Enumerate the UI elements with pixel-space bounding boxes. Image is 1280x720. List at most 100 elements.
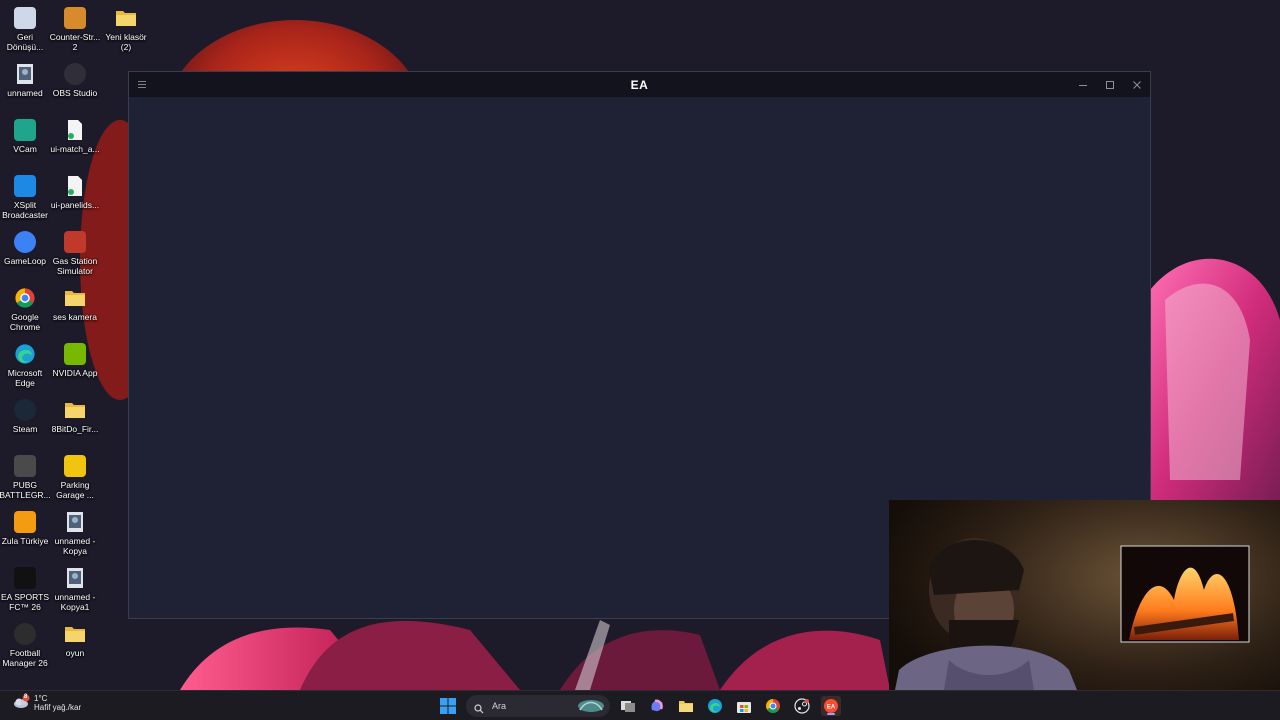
desktop-icon-chrome[interactable]: Google Chrome [0,284,51,332]
counter-strike-icon [64,7,86,29]
edge-icon[interactable] [705,696,725,716]
desktop-icon-unnamed-kopya[interactable]: unnamed - Kopya [49,508,101,556]
weather-desc: Hafif yağ./kar [34,703,82,712]
desktop-icon-label: Google Chrome [9,312,41,332]
parking-garage-icon [64,455,86,477]
desktop-icon-label: ui-panelids... [50,200,100,210]
webcam-overlay [889,500,1280,720]
desktop-icon-counter-strike[interactable]: Counter-Str... 2 [49,4,101,52]
desktop-icon-8bitdo[interactable]: 8BitDo_Fir... [49,396,101,434]
desktop-icon-ui-panelids[interactable]: ui-panelids... [49,172,101,210]
desktop-icon-gas-station[interactable]: Gas Station Simulator [49,228,101,276]
xsplit-icon [14,175,36,197]
folder-icon [64,399,86,421]
desktop-icon-gameloop[interactable]: GameLoop [0,228,51,266]
desktop-icon-football-manager[interactable]: Football Manager 26 [0,620,51,668]
active-indicator [827,713,835,715]
desktop-icon-label: unnamed [7,88,43,98]
desktop-icon-label: Microsoft Edge [7,368,43,388]
copilot-icon[interactable] [647,696,667,716]
store-icon[interactable] [734,696,754,716]
steam-icon [14,399,36,421]
folder-icon [115,7,137,29]
desktop-icon-label: EA SPORTS FC™ 26 [0,592,50,612]
zula-icon [14,511,36,533]
desktop-icon-label: ui-match_a... [50,144,100,154]
desktop-icon-label: Parking Garage ... [56,480,94,500]
desktop-icon-label: GameLoop [3,256,47,266]
pubg-icon [14,455,36,477]
vcam-icon [14,119,36,141]
search-highlight-icon [576,698,606,714]
desktop-icon-vcam[interactable]: VCam [0,116,51,154]
chrome-icon [14,287,36,309]
desktop-icon-label: Gas Station Simulator [52,256,98,276]
image-file-icon [64,511,86,533]
chrome-icon[interactable] [763,696,783,716]
desktop-icon-pubg[interactable]: PUBG BATTLEGR... [0,452,51,500]
weather-temp: 1°C [34,694,48,703]
image-file-icon [64,567,86,589]
gameloop-icon [14,231,36,253]
desktop-icon-ui-match[interactable]: ui-match_a... [49,116,101,154]
desktop-icon-label: Steam [12,424,38,434]
desktop-icon-nvidia[interactable]: NVIDIA App [49,340,101,378]
svg-text:EA: EA [827,705,836,711]
nvidia-icon [64,343,86,365]
search-icon [474,701,484,714]
desktop-icon-label: oyun [65,648,85,658]
start-icon[interactable] [438,696,458,716]
ea-fc-icon [14,567,36,589]
desktop-icon-label: NVIDIA App [52,368,98,378]
recycle-bin-icon [14,7,36,29]
search-placeholder: Ara [492,701,507,711]
desktop-icon-obs[interactable]: OBS Studio [49,60,101,98]
desktop-icon-xsplit[interactable]: XSplit Broadcaster [0,172,51,220]
maximize-icon[interactable] [1096,72,1123,97]
taskbar-search[interactable]: Ara [466,695,610,717]
desktop-icon-label: Zula Türkiye [1,536,49,546]
weather-badge: 8 [24,694,28,700]
desktop-icon-zula[interactable]: Zula Türkiye [0,508,51,546]
desktop-icon-label: unnamed - Kopya [54,536,96,556]
desktop-icon-label: PUBG BATTLEGR... [0,480,51,500]
folder-icon [64,623,86,645]
desktop-icon-unnamed[interactable]: unnamed [0,60,51,98]
window-controls [1069,72,1150,97]
desktop-icon-steam[interactable]: Steam [0,396,51,434]
folder-icon [64,287,86,309]
desktop-icon-label: ses kamera [53,312,97,322]
taskbar: 8 1°C Hafif yağ./kar Ara EA [0,690,1280,720]
desktop-icon-oyun[interactable]: oyun [49,620,101,658]
desktop-icon-edge[interactable]: Microsoft Edge [0,340,51,388]
window-title: EA [630,78,649,92]
desktop-icon-parking-garage[interactable]: Parking Garage ... [49,452,101,500]
desktop-icon-yeni-klasor[interactable]: Yeni klasör (2) [100,4,152,52]
steam-app-icon[interactable] [792,696,812,716]
desktop-icon-label: Counter-Str... 2 [49,32,101,52]
desktop-icon-label: 8BitDo_Fir... [51,424,99,434]
weather-widget[interactable]: 8 1°C Hafif yağ./kar [12,694,81,712]
obs-icon [64,63,86,85]
desktop-icon-label: unnamed - Kopya1 [54,592,96,612]
minimize-icon[interactable] [1069,72,1096,97]
ea-titlebar[interactable]: EA [129,72,1150,97]
close-icon[interactable] [1123,72,1150,97]
file-icon [64,119,86,141]
weather-snow-icon: 8 [12,694,30,712]
desktop-icon-recycle-bin[interactable]: Geri Dönüşü... [0,4,51,52]
desktop-icon-unnamed-kopya1[interactable]: unnamed - Kopya1 [49,564,101,612]
ea-app-icon[interactable]: EA [821,696,841,716]
desktop-icon-label: Geri Dönüşü... [6,32,44,52]
image-file-icon [14,63,36,85]
desktop-icon-label: Football Manager 26 [2,648,48,668]
file-explorer-icon[interactable] [676,696,696,716]
desktop-icon-ea-sports-fc[interactable]: EA SPORTS FC™ 26 [0,564,51,612]
file-icon [64,175,86,197]
football-manager-icon [14,623,36,645]
edge-icon [14,343,36,365]
desktop-icon-label: XSplit Broadcaster [2,200,48,220]
desktop-icon-ses-kamera[interactable]: ses kamera [49,284,101,322]
task-view-icon[interactable] [618,696,638,716]
gas-station-icon [64,231,86,253]
